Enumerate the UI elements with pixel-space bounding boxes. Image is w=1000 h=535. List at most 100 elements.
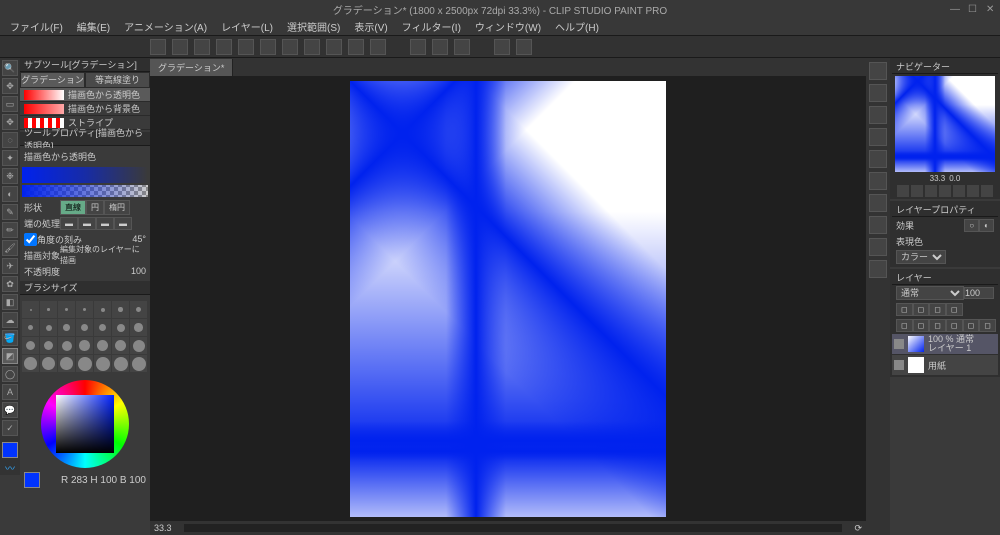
- material8-icon[interactable]: [869, 238, 887, 256]
- shape-linear-button[interactable]: 直線: [60, 200, 86, 215]
- cmd-deselect-icon[interactable]: [304, 39, 320, 55]
- layer-lock1-icon[interactable]: ◻: [896, 303, 913, 316]
- tool-deco-icon[interactable]: ✿: [2, 276, 18, 292]
- maximize-button[interactable]: ☐: [968, 4, 978, 14]
- cmd-clear-icon[interactable]: [260, 39, 276, 55]
- edge-opt2-button[interactable]: ▬: [78, 217, 96, 230]
- menu-edit[interactable]: 編集(E): [73, 17, 114, 36]
- tool-airbrush-icon[interactable]: ✈: [2, 258, 18, 274]
- cmd-snap1-icon[interactable]: [410, 39, 426, 55]
- tool-text-icon[interactable]: A: [2, 384, 18, 400]
- foreground-color-icon[interactable]: [2, 442, 18, 458]
- edge-opt1-button[interactable]: ▬: [60, 217, 78, 230]
- canvas[interactable]: [350, 81, 666, 517]
- tool-balloon-icon[interactable]: 💬: [2, 402, 18, 418]
- menu-layer[interactable]: レイヤー(L): [217, 17, 277, 36]
- close-button[interactable]: ✕: [986, 4, 996, 14]
- menu-animation[interactable]: アニメーション(A): [120, 17, 211, 36]
- tool-marquee-icon[interactable]: ◌: [2, 132, 18, 148]
- minimize-button[interactable]: —: [950, 4, 960, 14]
- shape-circle-button[interactable]: 円: [86, 200, 104, 215]
- tool-pencil-icon[interactable]: ✏: [2, 222, 18, 238]
- tool-operate-icon[interactable]: ▭: [2, 96, 18, 112]
- zoom-value[interactable]: 33.3: [154, 523, 172, 533]
- brush-size-dot[interactable]: [112, 337, 129, 354]
- layer-trash-icon[interactable]: ◻: [979, 319, 996, 332]
- cmd-studio-icon[interactable]: [516, 39, 532, 55]
- nav-zoomout-icon[interactable]: [897, 185, 909, 197]
- misc-icon[interactable]: ⟳: [854, 523, 862, 534]
- color-wheel[interactable]: [41, 380, 129, 468]
- brush-size-dot[interactable]: [112, 355, 129, 372]
- menu-file[interactable]: ファイル(F): [6, 17, 67, 36]
- brush-size-dot[interactable]: [94, 319, 111, 336]
- brush-size-dot[interactable]: [130, 301, 147, 318]
- nav-rotate-r-icon[interactable]: [967, 185, 979, 197]
- tool-wand-icon[interactable]: ✦: [2, 150, 18, 166]
- effect-border-icon[interactable]: ○: [964, 219, 979, 232]
- visibility-icon[interactable]: [894, 360, 904, 370]
- tool-zoom-icon[interactable]: 🔍: [2, 60, 18, 76]
- brush-size-dot[interactable]: [130, 355, 147, 372]
- brush-size-dot[interactable]: [94, 301, 111, 318]
- edge-opt4-button[interactable]: ▬: [114, 217, 132, 230]
- opacity-value[interactable]: 100: [131, 266, 146, 276]
- brush-size-dot[interactable]: [76, 337, 93, 354]
- brush-size-dot[interactable]: [58, 355, 75, 372]
- layer-apply-icon[interactable]: ◻: [946, 319, 963, 332]
- color-square[interactable]: [56, 395, 114, 453]
- angle-step-checkbox[interactable]: [24, 233, 37, 246]
- blend-mode-select[interactable]: 通常: [896, 286, 964, 300]
- cmd-snap3-icon[interactable]: [454, 39, 470, 55]
- tab-contour[interactable]: 等高線塗り: [85, 72, 150, 88]
- cmd-snap2-icon[interactable]: [432, 39, 448, 55]
- brush-size-dot[interactable]: [22, 337, 39, 354]
- layer-mask-icon[interactable]: ◻: [929, 319, 946, 332]
- tool-move-icon[interactable]: ✥: [2, 78, 18, 94]
- menu-view[interactable]: 表示(V): [350, 17, 391, 36]
- nav-fit-icon[interactable]: [939, 185, 951, 197]
- current-color-chip[interactable]: [24, 472, 40, 488]
- menu-window[interactable]: ウィンドウ(W): [471, 17, 545, 36]
- layer-new-icon[interactable]: ◻: [896, 319, 913, 332]
- brush-size-dot[interactable]: [22, 319, 39, 336]
- layer-lock3-icon[interactable]: ◻: [929, 303, 946, 316]
- cmd-save-icon[interactable]: [194, 39, 210, 55]
- cmd-redo-icon[interactable]: [238, 39, 254, 55]
- tool-eyedropper-icon[interactable]: ◐: [2, 186, 18, 202]
- brush-size-dot[interactable]: [76, 319, 93, 336]
- tool-pen-icon[interactable]: ✎: [2, 204, 18, 220]
- brush-size-dot[interactable]: [94, 355, 111, 372]
- gradient-editor[interactable]: [22, 185, 148, 197]
- brush-size-dot[interactable]: [130, 319, 147, 336]
- cmd-fill-icon[interactable]: [326, 39, 342, 55]
- quickaccess-icon[interactable]: [869, 62, 887, 80]
- cmd-assist-icon[interactable]: [494, 39, 510, 55]
- layer-item-1[interactable]: 100 % 通常 レイヤー 1: [892, 334, 998, 354]
- brush-size-dot[interactable]: [130, 337, 147, 354]
- menu-help[interactable]: ヘルプ(H): [551, 17, 603, 36]
- brush-size-dot[interactable]: [94, 337, 111, 354]
- cmd-selectall-icon[interactable]: [282, 39, 298, 55]
- nav-rotate-l-icon[interactable]: [953, 185, 965, 197]
- brush-size-dot[interactable]: [22, 355, 39, 372]
- nav-zoomslider[interactable]: [911, 185, 923, 197]
- tool-movelayer-icon[interactable]: ✥: [2, 114, 18, 130]
- material6-icon[interactable]: [869, 194, 887, 212]
- cmd-crop-icon[interactable]: [348, 39, 364, 55]
- material9-icon[interactable]: [869, 260, 887, 278]
- material7-icon[interactable]: [869, 216, 887, 234]
- brush-size-dot[interactable]: [58, 337, 75, 354]
- material5-icon[interactable]: [869, 172, 887, 190]
- cmd-new-icon[interactable]: [150, 39, 166, 55]
- navigator-thumbnail[interactable]: [895, 76, 995, 172]
- color-mode-icon[interactable]: 〰: [5, 460, 15, 475]
- material3-icon[interactable]: [869, 128, 887, 146]
- tool-eraser-icon[interactable]: ◧: [2, 294, 18, 310]
- nav-rotation-value[interactable]: 0.0: [949, 174, 960, 183]
- brush-size-dot[interactable]: [22, 301, 39, 318]
- layer-folder-icon[interactable]: ◻: [913, 319, 930, 332]
- brush-size-dot[interactable]: [112, 301, 129, 318]
- shape-ellipse-button[interactable]: 楕円: [104, 200, 130, 215]
- layer-merge-icon[interactable]: ◻: [963, 319, 980, 332]
